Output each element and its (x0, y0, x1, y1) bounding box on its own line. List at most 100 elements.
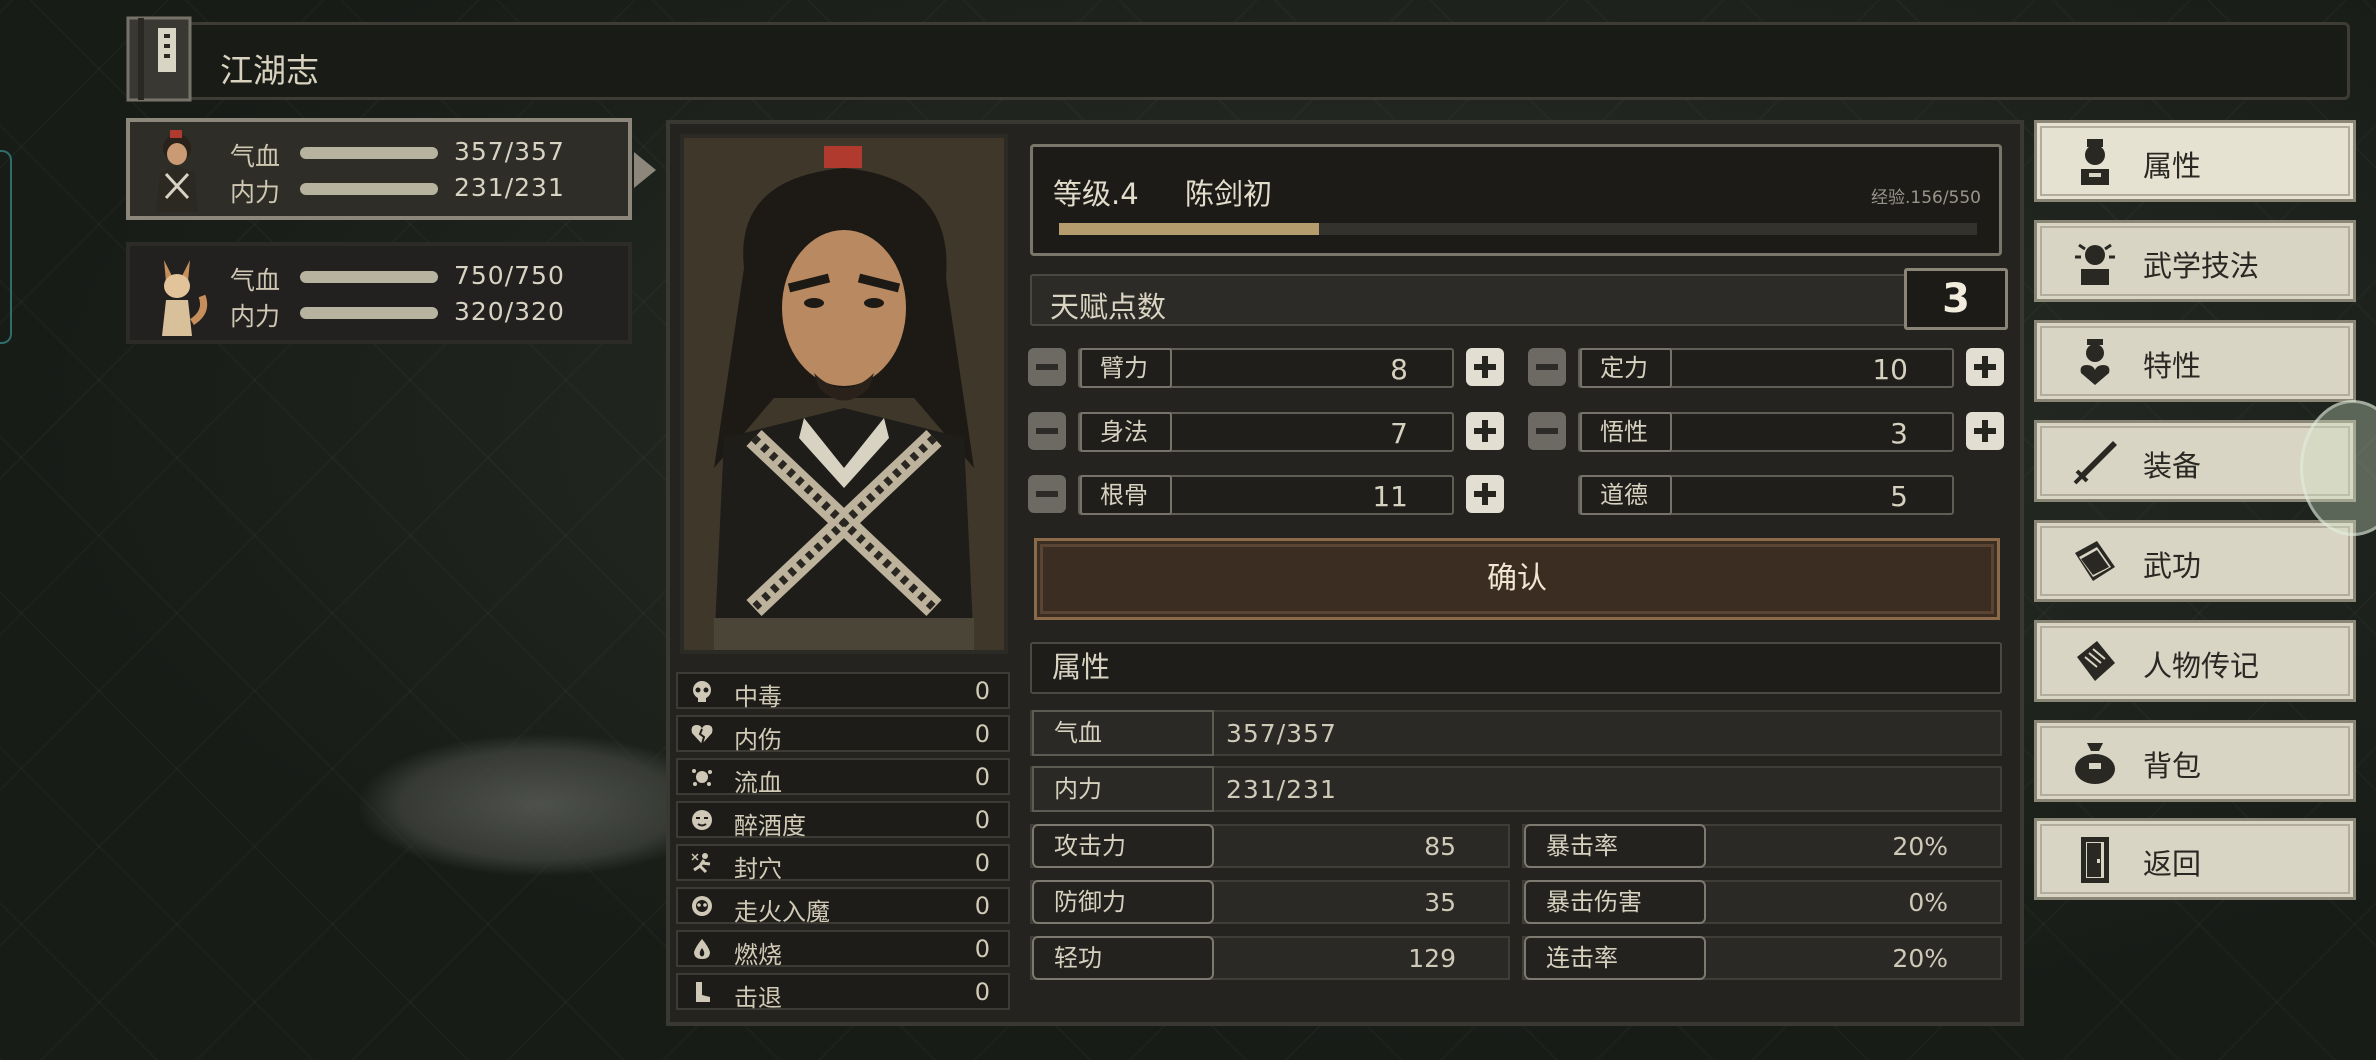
party-member-card[interactable]: 气血 750/750 内力 320/320 (126, 242, 632, 344)
bag-icon (2075, 743, 2115, 784)
agility-minus-button[interactable] (1028, 412, 1066, 450)
prop-label: 轻功 (1032, 936, 1214, 980)
constitution-minus-button[interactable] (1028, 475, 1066, 513)
menu-biography-button[interactable]: 人物传记 (2034, 620, 2356, 702)
attr-name: 定力 (1580, 348, 1672, 388)
talent-label: 天赋点数 (1050, 290, 1167, 324)
menu-inventory-button[interactable]: 背包 (2034, 720, 2356, 802)
attr-morality: 道德 5 (1578, 475, 1954, 515)
demon-skull-icon (692, 896, 712, 916)
menu-label: 人物传记 (2143, 649, 2260, 683)
title-bar (128, 22, 2350, 100)
talent-points-bar: 天赋点数 (1030, 274, 1970, 326)
comprehension-minus-button[interactable] (1528, 412, 1566, 450)
prop-lightness-skill: 轻功 129 (1030, 936, 1510, 980)
attr-value: 10 (1872, 353, 1908, 386)
attr-composure: 定力 10 (1578, 348, 1954, 388)
character-portrait (680, 134, 1008, 654)
status-value: 0 (974, 978, 990, 1006)
prop-label: 连击率 (1524, 936, 1706, 980)
menu-label: 背包 (2143, 749, 2202, 783)
prop-value: 20% (1892, 832, 1948, 861)
blood-splat-icon (692, 769, 712, 786)
status-value: 0 (974, 935, 990, 963)
menu-martial-techniques-button[interactable]: 武学技法 (2034, 220, 2356, 302)
prop-value: 129 (1408, 944, 1456, 973)
strength-minus-button[interactable] (1028, 348, 1066, 386)
level-text: 等级.4 (1053, 177, 1139, 211)
status-row-poison: 中毒 0 (676, 672, 1010, 711)
level-panel: 等级.4 陈剑初 经验.156/550 (1030, 144, 2002, 256)
hp-bar (300, 147, 438, 159)
martial-book-icon (2075, 541, 2115, 581)
status-row-sealed-acupoint: 封穴 0 (676, 844, 1010, 883)
hp-bar (300, 271, 438, 283)
menu-back-button[interactable]: 返回 (2034, 818, 2356, 900)
drunk-face-icon (692, 810, 712, 830)
attr-value: 5 (1890, 480, 1908, 513)
status-row-bleeding: 流血 0 (676, 758, 1010, 797)
prop-crit-rate: 暴击率 20% (1522, 824, 2002, 868)
status-name: 内伤 (734, 726, 782, 754)
prop-label: 防御力 (1032, 880, 1214, 924)
status-name: 封穴 (734, 855, 782, 883)
attr-name: 臂力 (1080, 348, 1172, 388)
menu-martial-arts-button[interactable]: 武功 (2034, 520, 2356, 602)
mp-value: 320/320 (454, 297, 565, 326)
attr-strength: 臂力 8 (1078, 348, 1454, 388)
menu-label: 返回 (2143, 847, 2202, 881)
attr-comprehension: 悟性 3 (1578, 412, 1954, 452)
boot-icon (696, 982, 710, 1002)
prop-mp: 内力 231/231 (1030, 766, 2002, 812)
attr-value: 11 (1372, 480, 1408, 513)
strength-plus-button[interactable] (1466, 348, 1504, 386)
flame-icon (694, 939, 710, 959)
selected-arrow-icon (634, 152, 656, 188)
window-title: 江湖志 (220, 51, 319, 90)
menu-label: 装备 (2143, 449, 2202, 483)
exp-bar-fill (1059, 223, 1320, 235)
status-value: 0 (974, 720, 990, 748)
attr-name: 悟性 (1580, 412, 1672, 452)
status-name: 走火入魔 (734, 898, 830, 926)
attr-agility: 身法 7 (1078, 412, 1454, 452)
agility-plus-button[interactable] (1466, 412, 1504, 450)
menu-label: 属性 (2143, 149, 2202, 183)
prop-label: 气血 (1032, 710, 1214, 756)
status-value: 0 (974, 849, 990, 877)
hero-avatar (156, 130, 198, 212)
edge-handle[interactable] (0, 150, 12, 344)
status-value: 0 (974, 677, 990, 705)
mp-label: 内力 (230, 302, 281, 331)
attr-constitution: 根骨 11 (1078, 475, 1454, 515)
status-name: 醉酒度 (734, 812, 806, 840)
hp-value: 750/750 (454, 261, 565, 290)
composure-minus-button[interactable] (1528, 348, 1566, 386)
prop-label: 攻击力 (1032, 824, 1214, 868)
confirm-button[interactable]: 确认 (1034, 538, 2000, 620)
comprehension-plus-button[interactable] (1966, 412, 2004, 450)
party-member-card[interactable]: 气血 357/357 内力 231/231 (126, 118, 632, 220)
prop-label: 暴击伤害 (1524, 880, 1706, 924)
prop-label: 暴击率 (1524, 824, 1706, 868)
talent-points-value: 3 (1904, 268, 2008, 330)
menu-label: 特性 (2143, 349, 2202, 383)
status-name: 中毒 (734, 683, 782, 711)
menu-attributes-button[interactable]: 属性 (2034, 120, 2356, 202)
composure-plus-button[interactable] (1966, 348, 2004, 386)
sealed-acupoint-icon (691, 853, 711, 874)
status-row-internal-injury: 内伤 0 (676, 715, 1010, 754)
constitution-plus-button[interactable] (1466, 475, 1504, 513)
status-name: 流血 (734, 769, 782, 797)
prop-defense: 防御力 35 (1030, 880, 1510, 924)
prop-combo-rate: 连击率 20% (1522, 936, 2002, 980)
broken-heart-icon (691, 725, 713, 745)
mp-bar (300, 183, 438, 195)
character-icon (2081, 139, 2109, 185)
menu-traits-button[interactable]: 特性 (2034, 320, 2356, 402)
hp-value: 357/357 (454, 137, 565, 166)
fox-companion-avatar (162, 260, 208, 336)
character-name: 陈剑初 (1185, 177, 1273, 211)
trait-icon (2080, 339, 2110, 385)
status-value: 0 (974, 806, 990, 834)
